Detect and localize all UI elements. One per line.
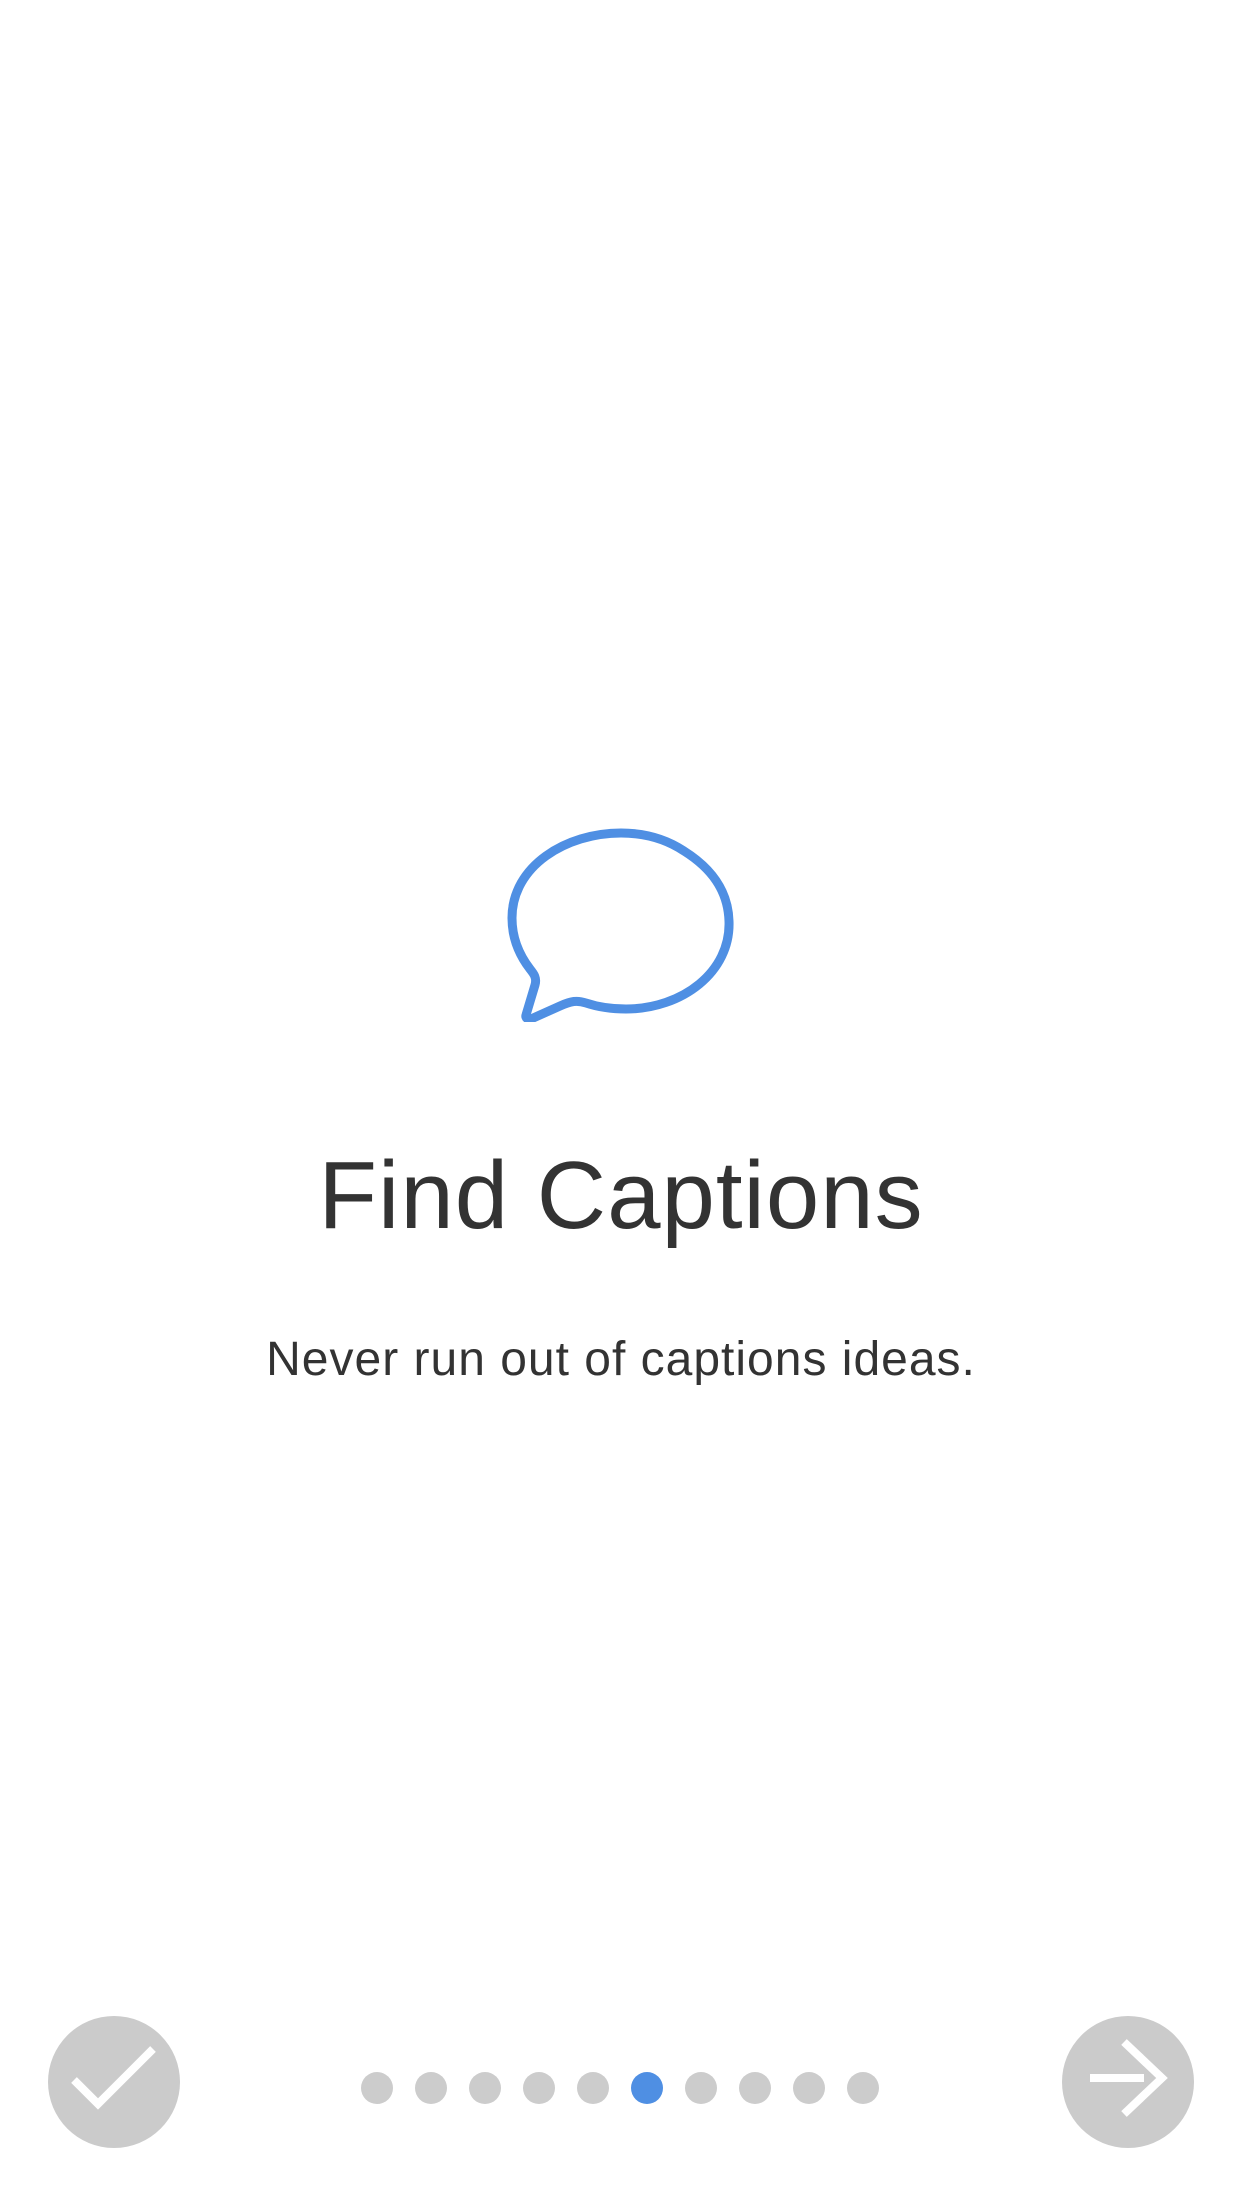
page-dot-8[interactable] [739,2072,771,2104]
arrow-right-icon [1090,2039,1168,2117]
page-dot-1[interactable] [361,2072,393,2104]
speech-bubble-icon [507,828,734,1022]
page-dot-7[interactable] [685,2072,717,2104]
onboarding-title: Find Captions [318,1142,924,1249]
checkmark-icon [71,2046,156,2110]
onboarding-screen: Find Captions Never run out of captions … [0,0,1242,2208]
page-dot-2[interactable] [415,2072,447,2104]
next-button[interactable] [1062,2016,1194,2148]
page-dot-3[interactable] [469,2072,501,2104]
page-dot-4[interactable] [523,2072,555,2104]
onboarding-subtitle: Never run out of captions ideas. [266,1333,976,1386]
page-indicator [361,2072,881,2104]
page-dot-10[interactable] [847,2072,879,2104]
page-dot-6-active[interactable] [631,2072,663,2104]
done-button[interactable] [48,2016,180,2148]
page-dot-9[interactable] [793,2072,825,2104]
page-dot-5[interactable] [577,2072,609,2104]
